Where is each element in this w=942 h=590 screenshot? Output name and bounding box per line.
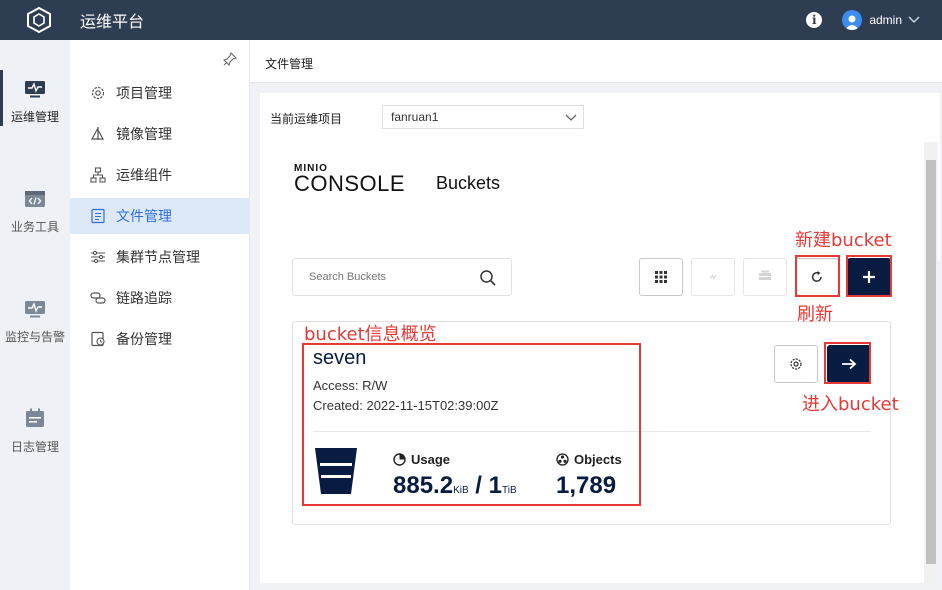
rail-item-label: 运维管理 [10, 110, 59, 124]
rail-item-monitor[interactable]: 监控与告警 [0, 300, 70, 345]
rail-item-tools[interactable]: 业务工具 [0, 190, 70, 235]
pin-icon[interactable] [223, 52, 237, 66]
menu-item-label: 文件管理 [116, 209, 172, 225]
grid-view-icon [655, 271, 667, 283]
menu-item-label: 项目管理 [116, 86, 172, 102]
user-area: i admin [806, 0, 920, 40]
cube-logo-icon[interactable] [26, 6, 52, 34]
info-icon[interactable]: i [806, 12, 823, 28]
annotation-refresh: 刷新 [797, 304, 833, 325]
sync-icon [709, 274, 717, 280]
code-window-icon [25, 191, 45, 207]
menu-item-images[interactable]: 镜像管理 [70, 116, 249, 152]
top-bar: 运维平台 i admin [0, 0, 942, 40]
minio-console-logo: MINIO CONSOLE [294, 163, 405, 197]
user-name[interactable]: admin [869, 13, 902, 27]
menu-item-label: 运维组件 [116, 168, 172, 184]
rail-item-label: 业务工具 [10, 220, 59, 234]
menu-item-cluster-nodes[interactable]: 集群节点管理 [70, 239, 249, 275]
main-scrollbar[interactable] [924, 142, 938, 582]
chevron-down-icon[interactable] [908, 16, 920, 24]
search-box [292, 258, 512, 296]
main-content: 文件管理 当前运维项目 fanruan1 MINIO CONSOLE Bucke… [250, 40, 942, 590]
menu-item-label: 镜像管理 [116, 127, 172, 143]
sail-icon [90, 126, 106, 142]
breadcrumb-bar: 文件管理 [250, 40, 942, 83]
search-icon[interactable] [479, 269, 497, 287]
annotation-box-bucket-overview [302, 343, 641, 506]
project-select[interactable]: fanruan1 [382, 105, 584, 129]
hierarchy-icon [90, 167, 106, 183]
sync-button[interactable] [691, 258, 735, 296]
gear-icon [90, 85, 106, 101]
app-title: 运维平台 [80, 12, 145, 31]
stack-button[interactable] [743, 258, 787, 296]
annotation-box-new-bucket [846, 255, 892, 297]
project-select-value: fanruan1 [391, 110, 439, 124]
annotation-new-bucket: 新建bucket [795, 230, 892, 251]
module-rail: 运维管理 业务工具 监控与告警 日志管理 [0, 40, 70, 590]
logo-big-text: CONSOLE [294, 171, 406, 196]
menu-item-tracing[interactable]: 链路追踪 [70, 280, 249, 316]
user-avatar-icon[interactable] [842, 10, 863, 30]
annotation-box-refresh [795, 255, 840, 297]
file-icon [90, 208, 106, 224]
backup-icon [90, 331, 106, 347]
chevron-down-icon [565, 114, 577, 121]
page-title: Buckets [436, 173, 501, 193]
rail-item-ops[interactable]: 运维管理 [0, 70, 70, 126]
project-label: 当前运维项目 [270, 112, 343, 126]
link-icon [90, 290, 106, 306]
menu-item-components[interactable]: 运维组件 [70, 157, 249, 193]
menu-item-label: 链路追踪 [116, 291, 172, 307]
monitor-icon [25, 81, 45, 98]
grid-view-button[interactable] [639, 258, 683, 296]
rail-item-logs[interactable]: 日志管理 [0, 408, 70, 455]
sliders-icon [90, 249, 106, 265]
menu-item-label: 备份管理 [116, 332, 172, 348]
stack-icon [759, 270, 771, 280]
search-input[interactable] [309, 259, 479, 295]
gear-icon [790, 358, 802, 370]
side-menu: 项目管理 镜像管理 运维组件 文件管理 集群节点管理 链路追踪 备份管理 [70, 40, 250, 590]
annotation-enter-bucket: 进入bucket [802, 394, 899, 415]
rail-item-label: 监控与告警 [4, 330, 65, 344]
menu-item-label: 集群节点管理 [116, 250, 200, 266]
calendar-log-icon [26, 408, 44, 427]
monitor-alert-icon [25, 301, 45, 318]
breadcrumb: 文件管理 [265, 57, 314, 71]
menu-item-files[interactable]: 文件管理 [70, 198, 249, 234]
menu-item-projects[interactable]: 项目管理 [70, 75, 249, 111]
menu-item-backup[interactable]: 备份管理 [70, 321, 249, 357]
scroll-thumb[interactable] [926, 160, 936, 564]
bucket-settings-button[interactable] [774, 345, 818, 383]
rail-item-label: 日志管理 [10, 440, 59, 454]
annotation-box-enter-bucket [824, 342, 871, 384]
